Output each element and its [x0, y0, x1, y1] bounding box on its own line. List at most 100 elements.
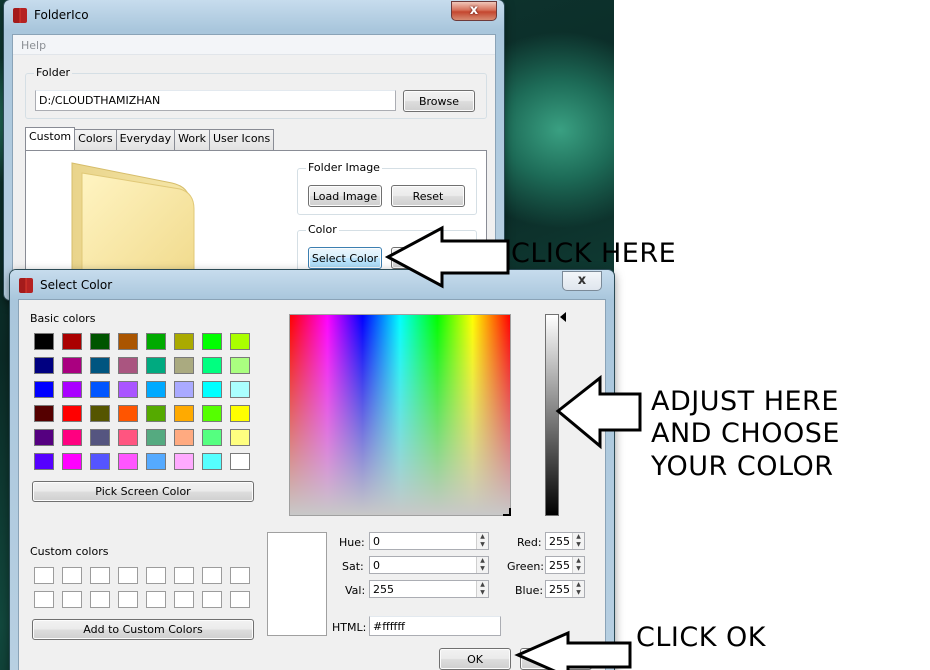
add-to-custom-colors-button[interactable]: Add to Custom Colors	[32, 619, 254, 640]
basic-color-swatch[interactable]	[230, 405, 250, 422]
basic-color-swatch[interactable]	[174, 381, 194, 398]
dialog-titlebar[interactable]: Select Color	[10, 270, 614, 300]
custom-color-swatch[interactable]	[146, 567, 166, 584]
basic-color-swatch[interactable]	[146, 381, 166, 398]
custom-color-swatch[interactable]	[34, 567, 54, 584]
basic-color-swatch[interactable]	[174, 333, 194, 350]
basic-color-swatch[interactable]	[230, 429, 250, 446]
basic-color-swatch[interactable]	[118, 357, 138, 374]
value-slider[interactable]	[545, 314, 559, 516]
spin-arrows-icon[interactable]: ▲ ▼	[572, 581, 584, 597]
basic-color-swatch[interactable]	[146, 453, 166, 470]
ok-button[interactable]: OK	[439, 648, 511, 670]
basic-color-swatch[interactable]	[202, 381, 222, 398]
basic-color-swatch[interactable]	[174, 453, 194, 470]
custom-color-swatch[interactable]	[118, 591, 138, 608]
custom-color-swatch[interactable]	[202, 567, 222, 584]
green-spinbox[interactable]: 255 ▲ ▼	[545, 556, 585, 574]
blue-spinbox[interactable]: 255 ▲ ▼	[545, 580, 585, 598]
basic-color-swatch[interactable]	[34, 333, 54, 350]
basic-color-swatch[interactable]	[90, 405, 110, 422]
custom-color-swatch[interactable]	[62, 567, 82, 584]
custom-color-swatch[interactable]	[230, 591, 250, 608]
custom-color-swatch[interactable]	[174, 591, 194, 608]
tab-user-icons[interactable]: User Icons	[208, 129, 275, 150]
basic-color-swatch[interactable]	[34, 405, 54, 422]
basic-color-swatch[interactable]	[90, 381, 110, 398]
basic-color-swatch[interactable]	[146, 405, 166, 422]
basic-color-swatch[interactable]	[174, 405, 194, 422]
hue-saturation-picker[interactable]	[289, 314, 511, 516]
browse-button[interactable]: Browse	[403, 90, 475, 112]
basic-color-swatch[interactable]	[62, 333, 82, 350]
red-spinbox[interactable]: 255 ▲ ▼	[545, 532, 585, 550]
basic-color-swatch[interactable]	[146, 333, 166, 350]
spin-arrows-icon[interactable]: ▲ ▼	[476, 581, 488, 597]
custom-color-swatch[interactable]	[174, 567, 194, 584]
basic-color-swatch[interactable]	[118, 381, 138, 398]
hue-spinbox[interactable]: 0 ▲ ▼	[369, 532, 489, 550]
basic-color-swatch[interactable]	[118, 405, 138, 422]
basic-color-swatch[interactable]	[230, 333, 250, 350]
spin-arrows-icon[interactable]: ▲ ▼	[572, 533, 584, 549]
dialog-close-button[interactable]: x	[562, 271, 602, 291]
cancel-button[interactable]: Cancel	[520, 648, 592, 670]
basic-color-swatch[interactable]	[118, 453, 138, 470]
basic-color-swatch[interactable]	[90, 429, 110, 446]
spin-arrows-icon[interactable]: ▲ ▼	[476, 557, 488, 573]
basic-color-swatch[interactable]	[202, 429, 222, 446]
basic-color-swatch[interactable]	[230, 357, 250, 374]
basic-color-swatch[interactable]	[90, 357, 110, 374]
basic-color-swatch[interactable]	[146, 357, 166, 374]
basic-color-swatch[interactable]	[62, 453, 82, 470]
basic-color-swatch[interactable]	[34, 381, 54, 398]
spin-arrows-icon[interactable]: ▲ ▼	[476, 533, 488, 549]
folderico-titlebar[interactable]: FolderIco	[4, 0, 504, 30]
custom-color-swatch[interactable]	[90, 567, 110, 584]
pick-screen-color-button[interactable]: Pick Screen Color	[32, 481, 254, 502]
custom-color-swatch[interactable]	[230, 567, 250, 584]
tab-everyday[interactable]: Everyday	[115, 129, 176, 150]
basic-color-swatch[interactable]	[118, 429, 138, 446]
html-input[interactable]: #ffffff	[369, 616, 501, 636]
basic-color-swatch[interactable]	[62, 357, 82, 374]
basic-color-swatch[interactable]	[34, 357, 54, 374]
tab-custom[interactable]: Custom	[25, 127, 76, 150]
basic-color-swatch[interactable]	[174, 357, 194, 374]
basic-color-swatch[interactable]	[202, 453, 222, 470]
basic-color-swatch[interactable]	[146, 429, 166, 446]
menu-help[interactable]: Help	[17, 39, 50, 52]
tab-work[interactable]: Work	[174, 129, 210, 150]
folder-path-input[interactable]: D:/CLOUDTHAMIZHAN	[35, 90, 396, 111]
value-slider-arrow-icon[interactable]	[560, 312, 566, 322]
basic-color-swatch[interactable]	[230, 453, 250, 470]
custom-color-swatch[interactable]	[62, 591, 82, 608]
basic-color-swatch[interactable]	[62, 429, 82, 446]
tab-colors[interactable]: Colors	[74, 129, 117, 150]
custom-color-swatch[interactable]	[118, 567, 138, 584]
basic-color-swatch[interactable]	[202, 357, 222, 374]
basic-color-swatch[interactable]	[34, 429, 54, 446]
custom-color-swatch[interactable]	[34, 591, 54, 608]
reset-image-button[interactable]: Reset	[391, 185, 465, 207]
basic-color-swatch[interactable]	[230, 381, 250, 398]
spin-arrows-icon[interactable]: ▲ ▼	[572, 557, 584, 573]
basic-color-swatch[interactable]	[202, 333, 222, 350]
custom-color-swatch[interactable]	[90, 591, 110, 608]
basic-color-swatch[interactable]	[34, 453, 54, 470]
basic-color-swatch[interactable]	[202, 405, 222, 422]
close-button[interactable]: x	[451, 1, 497, 21]
custom-color-swatch[interactable]	[202, 591, 222, 608]
basic-color-swatch[interactable]	[174, 429, 194, 446]
load-image-button[interactable]: Load Image	[308, 185, 382, 207]
basic-color-swatch[interactable]	[62, 381, 82, 398]
basic-color-swatch[interactable]	[90, 453, 110, 470]
reset-color-button[interactable]: Reset	[391, 247, 465, 269]
val-spinbox[interactable]: 255 ▲ ▼	[369, 580, 489, 598]
basic-color-swatch[interactable]	[90, 333, 110, 350]
custom-color-swatch[interactable]	[146, 591, 166, 608]
sat-spinbox[interactable]: 0 ▲ ▼	[369, 556, 489, 574]
select-color-button[interactable]: Select Color	[308, 247, 382, 269]
basic-color-swatch[interactable]	[118, 333, 138, 350]
basic-color-swatch[interactable]	[62, 405, 82, 422]
